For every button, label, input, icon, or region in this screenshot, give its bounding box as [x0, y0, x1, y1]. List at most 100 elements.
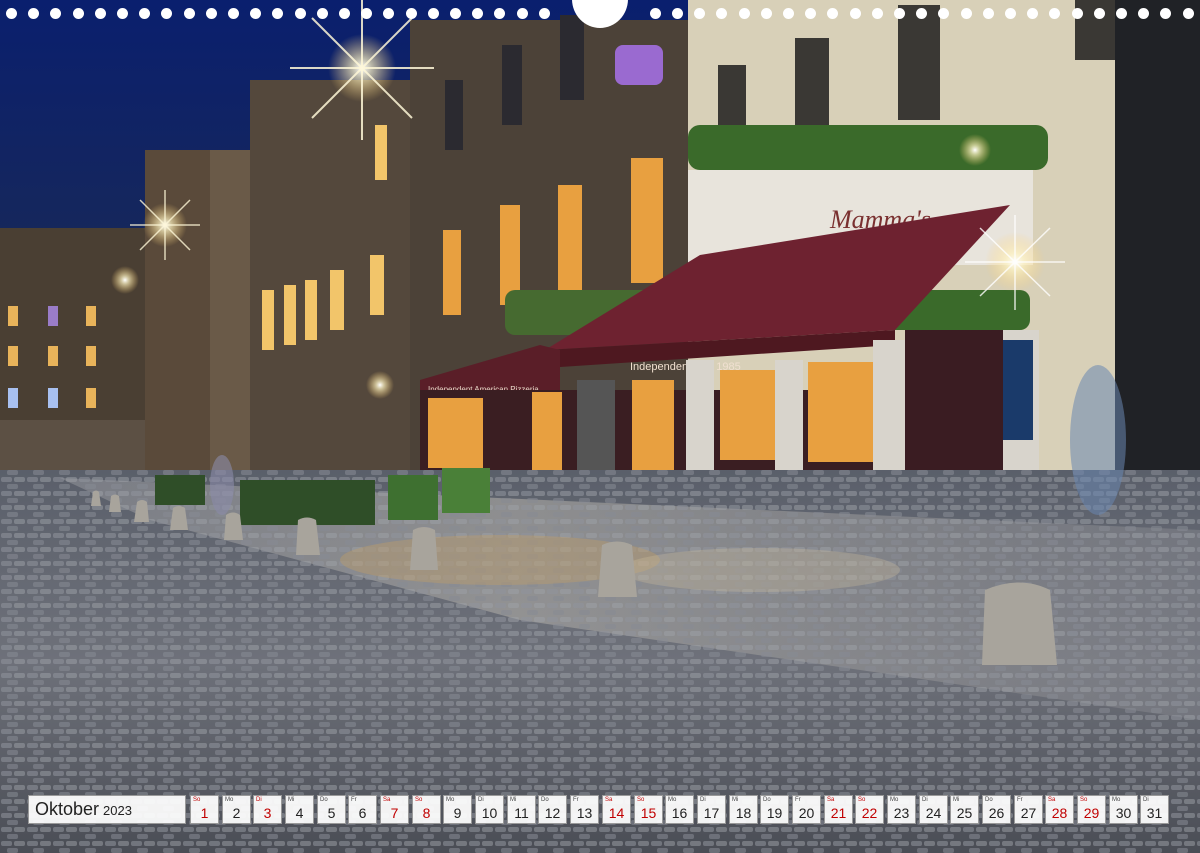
calendar-day: Fr 6 [348, 795, 377, 824]
weekday-abbrev: So [858, 797, 866, 803]
weekday-abbrev: Fr [351, 797, 357, 803]
binding-hole [317, 8, 328, 19]
weekday-abbrev: Do [541, 797, 549, 803]
calendar-day: Mo 9 [443, 795, 472, 824]
day-number: 23 [893, 805, 910, 821]
binding-hole [517, 8, 528, 19]
weekday-abbrev: Di [700, 797, 706, 803]
calendar-day: Mi 11 [507, 795, 536, 824]
binding-hole [184, 8, 195, 19]
binding-hole [494, 8, 505, 19]
month-name: Oktober [35, 799, 100, 819]
weekday-abbrev: Mo [1112, 797, 1121, 803]
day-number: 21 [830, 805, 847, 821]
binding-hole [361, 8, 372, 19]
binding-hole [1183, 8, 1194, 19]
day-number: 19 [766, 805, 783, 821]
weekday-abbrev: Mi [510, 797, 517, 803]
weekday-abbrev: Fr [795, 797, 801, 803]
day-number: 5 [327, 805, 336, 821]
binding-hole [672, 8, 683, 19]
day-number: 10 [481, 805, 498, 821]
binding-hole [6, 8, 17, 19]
binding-hole [1116, 8, 1127, 19]
calendar-day: Mi 4 [285, 795, 314, 824]
day-number: 8 [422, 805, 431, 821]
binding-hole [250, 8, 261, 19]
binding-hole [450, 8, 461, 19]
calendar-day: Mi 25 [950, 795, 979, 824]
weekday-abbrev: Sa [1048, 797, 1056, 803]
binding-hole [894, 8, 905, 19]
binding-hole [938, 8, 949, 19]
calendar-day: So 15 [634, 795, 663, 824]
binding-hole [716, 8, 727, 19]
weekday-abbrev: Mo [668, 797, 677, 803]
calendar-day: Mo 30 [1109, 795, 1138, 824]
calendar-day: So 29 [1077, 795, 1106, 824]
day-number: 18 [735, 805, 752, 821]
day-number: 28 [1051, 805, 1068, 821]
calendar-day: So 1 [190, 795, 219, 824]
weekday-abbrev: So [193, 797, 201, 803]
calendar-day: Mo 2 [222, 795, 251, 824]
binding-hole [872, 8, 883, 19]
day-number: 27 [1020, 805, 1037, 821]
day-number: 16 [671, 805, 688, 821]
day-number: 3 [263, 805, 272, 821]
hanger-cutout [572, 0, 628, 28]
weekday-abbrev: Mo [446, 797, 455, 803]
binding-hole [139, 8, 150, 19]
day-number: 20 [798, 805, 815, 821]
binding-hole [1005, 8, 1016, 19]
binding-hole [406, 8, 417, 19]
weekday-abbrev: Sa [827, 797, 835, 803]
weekday-abbrev: Fr [1017, 797, 1023, 803]
binding-hole [761, 8, 772, 19]
binding-hole [1160, 8, 1171, 19]
day-number: 7 [390, 805, 399, 821]
night-street-photo: Mamma's Independent Est. 1985 Independen… [0, 0, 1200, 853]
weekday-abbrev: Di [478, 797, 484, 803]
binding-hole [1072, 8, 1083, 19]
day-number: 1 [200, 805, 209, 821]
binding-hole [339, 8, 350, 19]
binding-hole [983, 8, 994, 19]
binding-hole [539, 8, 550, 19]
weekday-abbrev: Di [1143, 797, 1149, 803]
day-number: 14 [608, 805, 625, 821]
calendar-day: Di 31 [1140, 795, 1169, 824]
weekday-abbrev: Mi [953, 797, 960, 803]
weekday-abbrev: Do [985, 797, 993, 803]
calendar-day: Fr 20 [792, 795, 821, 824]
binding-hole [28, 8, 39, 19]
month-year: 2023 [103, 803, 132, 818]
binding-hole [50, 8, 61, 19]
calendar-day: Di 24 [919, 795, 948, 824]
binding-hole [161, 8, 172, 19]
weekday-abbrev: Di [922, 797, 928, 803]
binding-hole [228, 8, 239, 19]
calendar-day: Mi 18 [729, 795, 758, 824]
day-number: 22 [861, 805, 878, 821]
binding-hole [1049, 8, 1060, 19]
calendar-day: Mo 16 [665, 795, 694, 824]
binding-hole [428, 8, 439, 19]
calendar-day: Sa 14 [602, 795, 631, 824]
binding-hole [206, 8, 217, 19]
weekday-abbrev: Mi [288, 797, 295, 803]
day-number: 31 [1146, 805, 1163, 821]
binding-hole [827, 8, 838, 19]
binding-hole [472, 8, 483, 19]
day-number: 9 [453, 805, 462, 821]
weekday-abbrev: So [1080, 797, 1088, 803]
month-label: Oktober 2023 [28, 795, 186, 824]
weekday-abbrev: Sa [605, 797, 613, 803]
weekday-abbrev: Mi [732, 797, 739, 803]
binding-hole [805, 8, 816, 19]
binding-hole [1138, 8, 1149, 19]
day-number: 26 [988, 805, 1005, 821]
binding-hole [73, 8, 84, 19]
day-number: 11 [514, 805, 529, 821]
calendar-day: Sa 7 [380, 795, 409, 824]
